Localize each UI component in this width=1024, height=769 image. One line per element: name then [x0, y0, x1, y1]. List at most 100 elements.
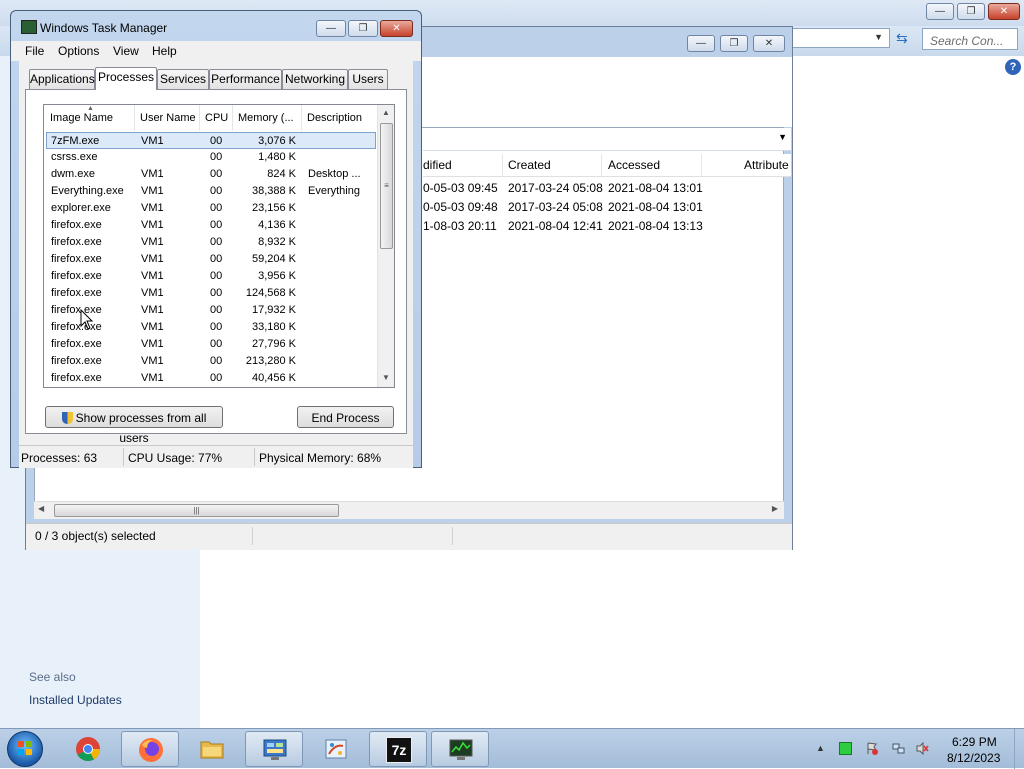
process-row[interactable]: firefox.exe VM1 00 17,932 K — [46, 302, 376, 319]
process-row[interactable]: Everything.exe VM1 00 38,388 K Everythin… — [46, 183, 376, 200]
column-accessed[interactable]: Accessed — [608, 158, 660, 172]
maximize-button[interactable]: ❐ — [348, 20, 378, 37]
process-row[interactable]: firefox.exe VM1 00 4,136 K — [46, 217, 376, 234]
column-modified[interactable]: dified — [423, 158, 452, 172]
tab-performance[interactable]: Performance — [209, 69, 282, 89]
menu-view[interactable]: View — [113, 44, 139, 58]
chevron-down-icon[interactable]: ▼ — [778, 132, 787, 142]
task-manager-status-bar: Processes: 63 CPU Usage: 77% Physical Me… — [19, 445, 413, 468]
volume-muted-icon[interactable] — [916, 742, 929, 755]
modified-cell: 0-05-03 09:45 — [423, 181, 498, 195]
taskbar-explorer[interactable] — [183, 731, 241, 767]
close-button[interactable]: ✕ — [988, 3, 1020, 20]
tab-processes[interactable]: Processes — [95, 67, 157, 90]
scroll-right-icon[interactable]: ▶ — [772, 504, 778, 513]
installed-updates-link[interactable]: Installed Updates — [29, 693, 122, 707]
show-hidden-icons-icon[interactable]: ▲ — [816, 743, 825, 753]
menu-file[interactable]: File — [25, 44, 44, 58]
user-name-cell: VM1 — [141, 304, 164, 316]
description-cell: Everything — [308, 185, 360, 197]
7zip-close-button[interactable]: ✕ — [753, 35, 785, 52]
process-row[interactable]: firefox.exe VM1 00 40,456 K — [46, 370, 376, 387]
end-process-button[interactable]: End Process — [297, 406, 394, 428]
process-row[interactable]: firefox.exe VM1 00 3,956 K — [46, 268, 376, 285]
clock-time[interactable]: 6:29 PM — [952, 735, 997, 749]
show-desktop-button[interactable] — [1014, 729, 1024, 769]
taskbar-paint[interactable] — [307, 731, 365, 767]
action-center-flag-icon[interactable] — [866, 742, 879, 755]
process-row[interactable]: firefox.exe VM1 00 8,932 K — [46, 234, 376, 251]
taskbar-chrome[interactable] — [59, 731, 117, 767]
search-input[interactable] — [922, 28, 1018, 50]
scrollbar-thumb[interactable]: ≡ — [380, 123, 393, 249]
network-icon[interactable] — [892, 742, 905, 755]
image-name-cell: firefox.exe — [51, 355, 102, 367]
process-row[interactable]: firefox.exe VM1 00 33,180 K — [46, 319, 376, 336]
memory-cell: 23,156 K — [251, 202, 296, 214]
tab-applications[interactable]: Applications — [29, 69, 95, 89]
chevron-down-icon[interactable]: ▼ — [874, 32, 883, 42]
table-row[interactable]: 0-05-03 09:48 2017-03-24 05:08 2021-08-0… — [423, 197, 791, 216]
taskbar-task-manager[interactable] — [431, 731, 489, 767]
clock-date[interactable]: 8/12/2023 — [947, 751, 1000, 765]
show-all-users-button[interactable]: Show processes from all users — [45, 406, 223, 445]
scrollbar-thumb[interactable]: ||| — [54, 504, 339, 517]
scroll-left-icon[interactable]: ◀ — [38, 504, 44, 513]
refresh-icon[interactable]: ⇆ — [896, 30, 908, 47]
memory-cell: 124,568 K — [245, 287, 296, 299]
column-divider[interactable] — [199, 105, 200, 131]
help-icon[interactable]: ? — [1005, 59, 1021, 75]
7zip-maximize-button[interactable]: ❐ — [720, 35, 748, 52]
column-created[interactable]: Created — [508, 158, 551, 172]
control-panel-icon — [263, 739, 287, 760]
process-row[interactable]: csrss.exe 00 1,480 K — [46, 149, 376, 166]
minimize-button[interactable]: — — [926, 3, 954, 20]
cpu-cell: 00 — [210, 219, 223, 231]
memory-cell: 38,388 K — [251, 185, 296, 197]
column-attribute[interactable]: Attribute — [744, 158, 789, 172]
tab-users[interactable]: Users — [348, 69, 388, 89]
table-row[interactable]: 1-08-03 20:11 2021-08-04 12:41 2021-08-0… — [423, 216, 791, 235]
cpu-cell: 00 — [210, 304, 223, 316]
process-row[interactable]: 7zFM.exe VM1 00 3,076 K — [46, 132, 376, 149]
taskbar-control-panel[interactable] — [245, 731, 303, 767]
taskbar-firefox[interactable] — [121, 731, 179, 767]
process-row[interactable]: explorer.exe VM1 00 23,156 K — [46, 200, 376, 217]
column-divider[interactable] — [134, 105, 135, 131]
vertical-scrollbar[interactable]: ▲ ≡ ▼ — [377, 105, 394, 387]
task-manager-icon — [449, 739, 473, 760]
network-activity-icon[interactable] — [839, 742, 852, 755]
taskbar-7zip[interactable]: 7z — [369, 731, 427, 767]
start-button[interactable] — [7, 731, 43, 767]
column-memory[interactable]: Memory (... — [238, 112, 294, 124]
scroll-up-icon[interactable]: ▲ — [382, 108, 390, 117]
task-manager-icon — [21, 20, 37, 34]
paint-icon — [325, 739, 347, 759]
column-cpu[interactable]: CPU — [205, 112, 228, 124]
table-row[interactable]: 0-05-03 09:45 2017-03-24 05:08 2021-08-0… — [423, 178, 791, 197]
restore-button[interactable]: ❐ — [957, 3, 985, 20]
process-row[interactable]: firefox.exe VM1 00 59,204 K — [46, 251, 376, 268]
memory-cell: 40,456 K — [251, 372, 296, 384]
minimize-button[interactable]: — — [316, 20, 346, 37]
7zip-path-combo[interactable]: ▼ — [423, 128, 791, 151]
tab-networking[interactable]: Networking — [282, 69, 348, 89]
tab-services[interactable]: Services — [157, 69, 209, 89]
column-user-name[interactable]: User Name — [140, 112, 196, 124]
7zip-minimize-button[interactable]: — — [687, 35, 715, 52]
process-row[interactable]: firefox.exe VM1 00 27,796 K — [46, 336, 376, 353]
process-row[interactable]: firefox.exe VM1 00 213,280 K — [46, 353, 376, 370]
column-divider[interactable] — [232, 105, 233, 131]
menu-options[interactable]: Options — [58, 44, 99, 58]
menu-help[interactable]: Help — [152, 44, 177, 58]
column-divider[interactable] — [301, 105, 302, 131]
cpu-usage: CPU Usage: 77% — [128, 451, 223, 465]
close-button[interactable]: ✕ — [380, 20, 413, 37]
accessed-cell: 2021-08-04 13:01 — [608, 200, 703, 214]
scroll-down-icon[interactable]: ▼ — [382, 373, 390, 382]
column-image-name[interactable]: Image Name — [50, 112, 113, 124]
process-row[interactable]: firefox.exe VM1 00 124,568 K — [46, 285, 376, 302]
horizontal-scrollbar[interactable]: ◀ ||| ▶ — [34, 501, 784, 519]
process-row[interactable]: dwm.exe VM1 00 824 K Desktop ... — [46, 166, 376, 183]
column-description[interactable]: Description — [307, 112, 362, 124]
